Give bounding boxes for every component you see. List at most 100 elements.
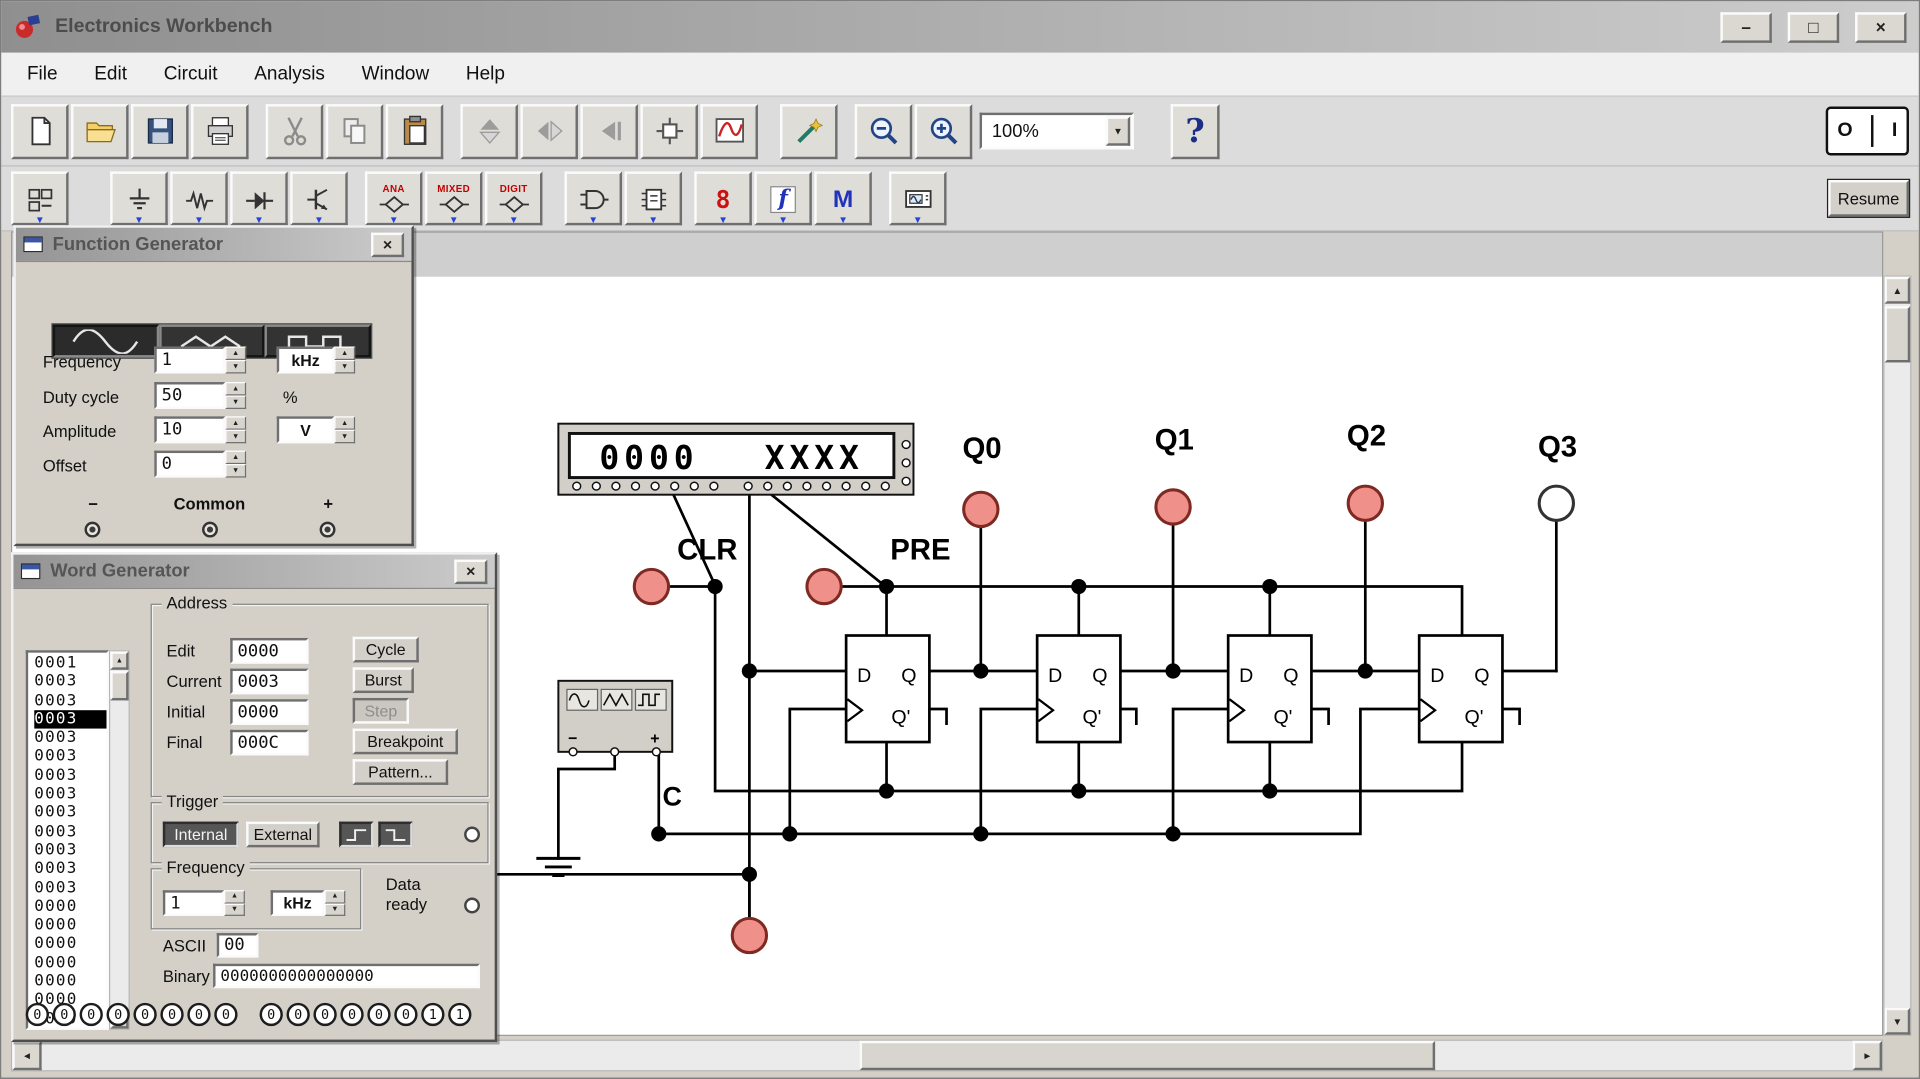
rotate-button[interactable] <box>580 103 638 159</box>
spinner-up-icon[interactable]: ▲ <box>334 346 356 361</box>
frequency-spinner[interactable]: ▲ ▼ <box>225 346 247 374</box>
zoom-out-button[interactable] <box>854 103 913 159</box>
scroll-right-button[interactable]: ► <box>1852 1040 1883 1071</box>
word-row[interactable]: 0003 <box>34 785 106 804</box>
output-bit-terminal[interactable]: 0 <box>286 1002 310 1027</box>
spinner-up-icon[interactable]: ▲ <box>225 416 247 430</box>
step-button[interactable]: Step <box>352 697 409 724</box>
trigger-indicator[interactable] <box>464 826 481 843</box>
output-bit-terminal[interactable]: 0 <box>313 1002 337 1027</box>
spinner-down-icon[interactable]: ▼ <box>225 464 247 478</box>
component-properties-button[interactable] <box>780 103 838 159</box>
word-row[interactable]: 0000 <box>34 972 106 991</box>
output-bit-terminal[interactable]: 0 <box>394 1002 418 1027</box>
word-row[interactable]: 0003 <box>34 766 106 785</box>
analog-ics-bin-button[interactable]: ANA ▼ <box>364 171 423 226</box>
scroll-down-button[interactable]: ▼ <box>1884 1007 1911 1035</box>
word-generator-titlebar[interactable]: Word Generator × <box>13 554 495 589</box>
flip-vertical-button[interactable] <box>460 103 518 159</box>
list-scroll-up-button[interactable]: ▲ <box>110 651 129 670</box>
cut-button[interactable] <box>265 103 324 159</box>
instruments-bin-button[interactable]: ▼ <box>888 171 947 226</box>
word-row[interactable]: 0000 <box>34 916 106 935</box>
function-generator-close-button[interactable]: × <box>371 232 405 257</box>
paste-button[interactable] <box>385 103 444 159</box>
pattern-button[interactable]: Pattern... <box>352 759 449 785</box>
save-button[interactable] <box>131 103 189 159</box>
ascii-input[interactable]: 00 <box>216 933 259 958</box>
word-row[interactable]: 0003 <box>34 879 106 898</box>
word-row[interactable]: 0001 <box>34 654 106 673</box>
resume-button[interactable]: Resume <box>1826 178 1911 218</box>
close-button[interactable]: × <box>1855 11 1907 43</box>
minus-terminal[interactable] <box>84 521 101 538</box>
zoom-dropdown-icon[interactable]: ▼ <box>1105 116 1131 146</box>
output-bit-terminal[interactable]: 0 <box>214 1002 238 1027</box>
word-list[interactable]: 0001 0003 0003 0003 0003 0003 0003 0003 … <box>25 650 109 1030</box>
offset-input[interactable]: 0 <box>154 450 226 478</box>
spinner-down-icon[interactable]: ▼ <box>225 360 247 374</box>
output-bit-terminal[interactable]: 0 <box>187 1002 211 1027</box>
plus-terminal[interactable] <box>319 521 336 538</box>
output-bit-terminal[interactable]: 0 <box>259 1002 283 1027</box>
word-generator-close-button[interactable]: × <box>454 558 488 584</box>
output-bit-terminal[interactable]: 0 <box>106 1002 130 1027</box>
trigger-falling-edge-button[interactable] <box>378 821 413 848</box>
horizontal-scrollbar[interactable]: ◄ ► <box>11 1039 1884 1072</box>
amplitude-unit-spinner[interactable]: ▲ ▼ <box>334 416 356 444</box>
output-bit-terminal[interactable]: 1 <box>448 1002 472 1027</box>
trigger-external-button[interactable]: External <box>246 821 320 848</box>
final-address-input[interactable]: 000C <box>230 729 309 756</box>
initial-address-input[interactable]: 0000 <box>230 699 309 725</box>
word-row[interactable]: 0000 <box>34 897 106 916</box>
current-address-input[interactable]: 0003 <box>230 668 309 695</box>
frequency-unit-spinner[interactable]: ▲ ▼ <box>334 346 356 374</box>
scroll-left-button[interactable]: ◄ <box>12 1040 42 1071</box>
wgen-frequency-unit-spinner[interactable]: ▲ ▼ <box>324 890 346 916</box>
word-row[interactable]: 0003 <box>34 804 106 823</box>
output-bit-terminal[interactable]: 0 <box>133 1002 157 1027</box>
maximize-button[interactable]: □ <box>1787 11 1840 43</box>
menu-item-edit[interactable]: Edit <box>76 57 145 91</box>
output-bit-terminal[interactable]: 0 <box>367 1002 391 1027</box>
vertical-scroll-thumb[interactable] <box>1884 306 1911 363</box>
spinner-down-icon[interactable]: ▼ <box>334 360 356 374</box>
output-bit-terminal[interactable]: 0 <box>340 1002 364 1027</box>
wgen-frequency-input[interactable]: 1 <box>162 890 225 916</box>
spinner-up-icon[interactable]: ▲ <box>225 382 247 396</box>
spinner-up-icon[interactable]: ▲ <box>324 890 346 904</box>
frequency-input[interactable]: 1 <box>154 346 226 374</box>
spinner-down-icon[interactable]: ▼ <box>334 429 356 444</box>
common-terminal[interactable] <box>202 521 218 538</box>
logic-gates-bin-button[interactable]: ▼ <box>564 171 623 226</box>
trigger-internal-button[interactable]: Internal <box>162 821 239 848</box>
open-button[interactable] <box>71 103 129 159</box>
word-list-scrollbar[interactable]: ▲ ▼ <box>108 650 130 1030</box>
data-ready-indicator[interactable] <box>464 897 481 914</box>
miscellaneous-bin-button[interactable]: M ▼ <box>814 171 872 226</box>
menu-item-file[interactable]: File <box>9 57 76 91</box>
controls-bin-button[interactable]: f ▼ <box>754 171 812 226</box>
basic-bin-button[interactable]: ▼ <box>170 171 228 226</box>
spinner-up-icon[interactable]: ▲ <box>225 450 247 465</box>
word-row[interactable]: 0003 <box>34 673 106 692</box>
offset-spinner[interactable]: ▲ ▼ <box>225 450 247 478</box>
menu-item-circuit[interactable]: Circuit <box>145 57 236 91</box>
menu-item-analysis[interactable]: Analysis <box>236 57 343 91</box>
scroll-up-button[interactable]: ▲ <box>1884 276 1911 304</box>
word-row[interactable]: 0003 <box>34 822 106 841</box>
frequency-unit-box[interactable]: kHz <box>276 346 335 374</box>
spinner-down-icon[interactable]: ▼ <box>225 395 247 409</box>
mixed-ics-bin-button[interactable]: MIXED ▼ <box>424 171 483 226</box>
spinner-up-icon[interactable]: ▲ <box>225 346 247 361</box>
diodes-bin-button[interactable]: ▼ <box>230 171 288 226</box>
breakpoint-button[interactable]: Breakpoint <box>352 728 458 755</box>
zoom-in-button[interactable] <box>914 103 973 159</box>
help-button[interactable]: ? <box>1170 103 1220 159</box>
vertical-scrollbar[interactable]: ▲ ▼ <box>1883 275 1912 1036</box>
display-graphs-button[interactable] <box>700 103 758 159</box>
amplitude-input[interactable]: 10 <box>154 416 226 444</box>
minimize-button[interactable]: – <box>1720 11 1772 43</box>
function-generator-titlebar[interactable]: Function Generator × <box>15 227 412 263</box>
transistors-bin-button[interactable]: ▼ <box>290 171 348 226</box>
